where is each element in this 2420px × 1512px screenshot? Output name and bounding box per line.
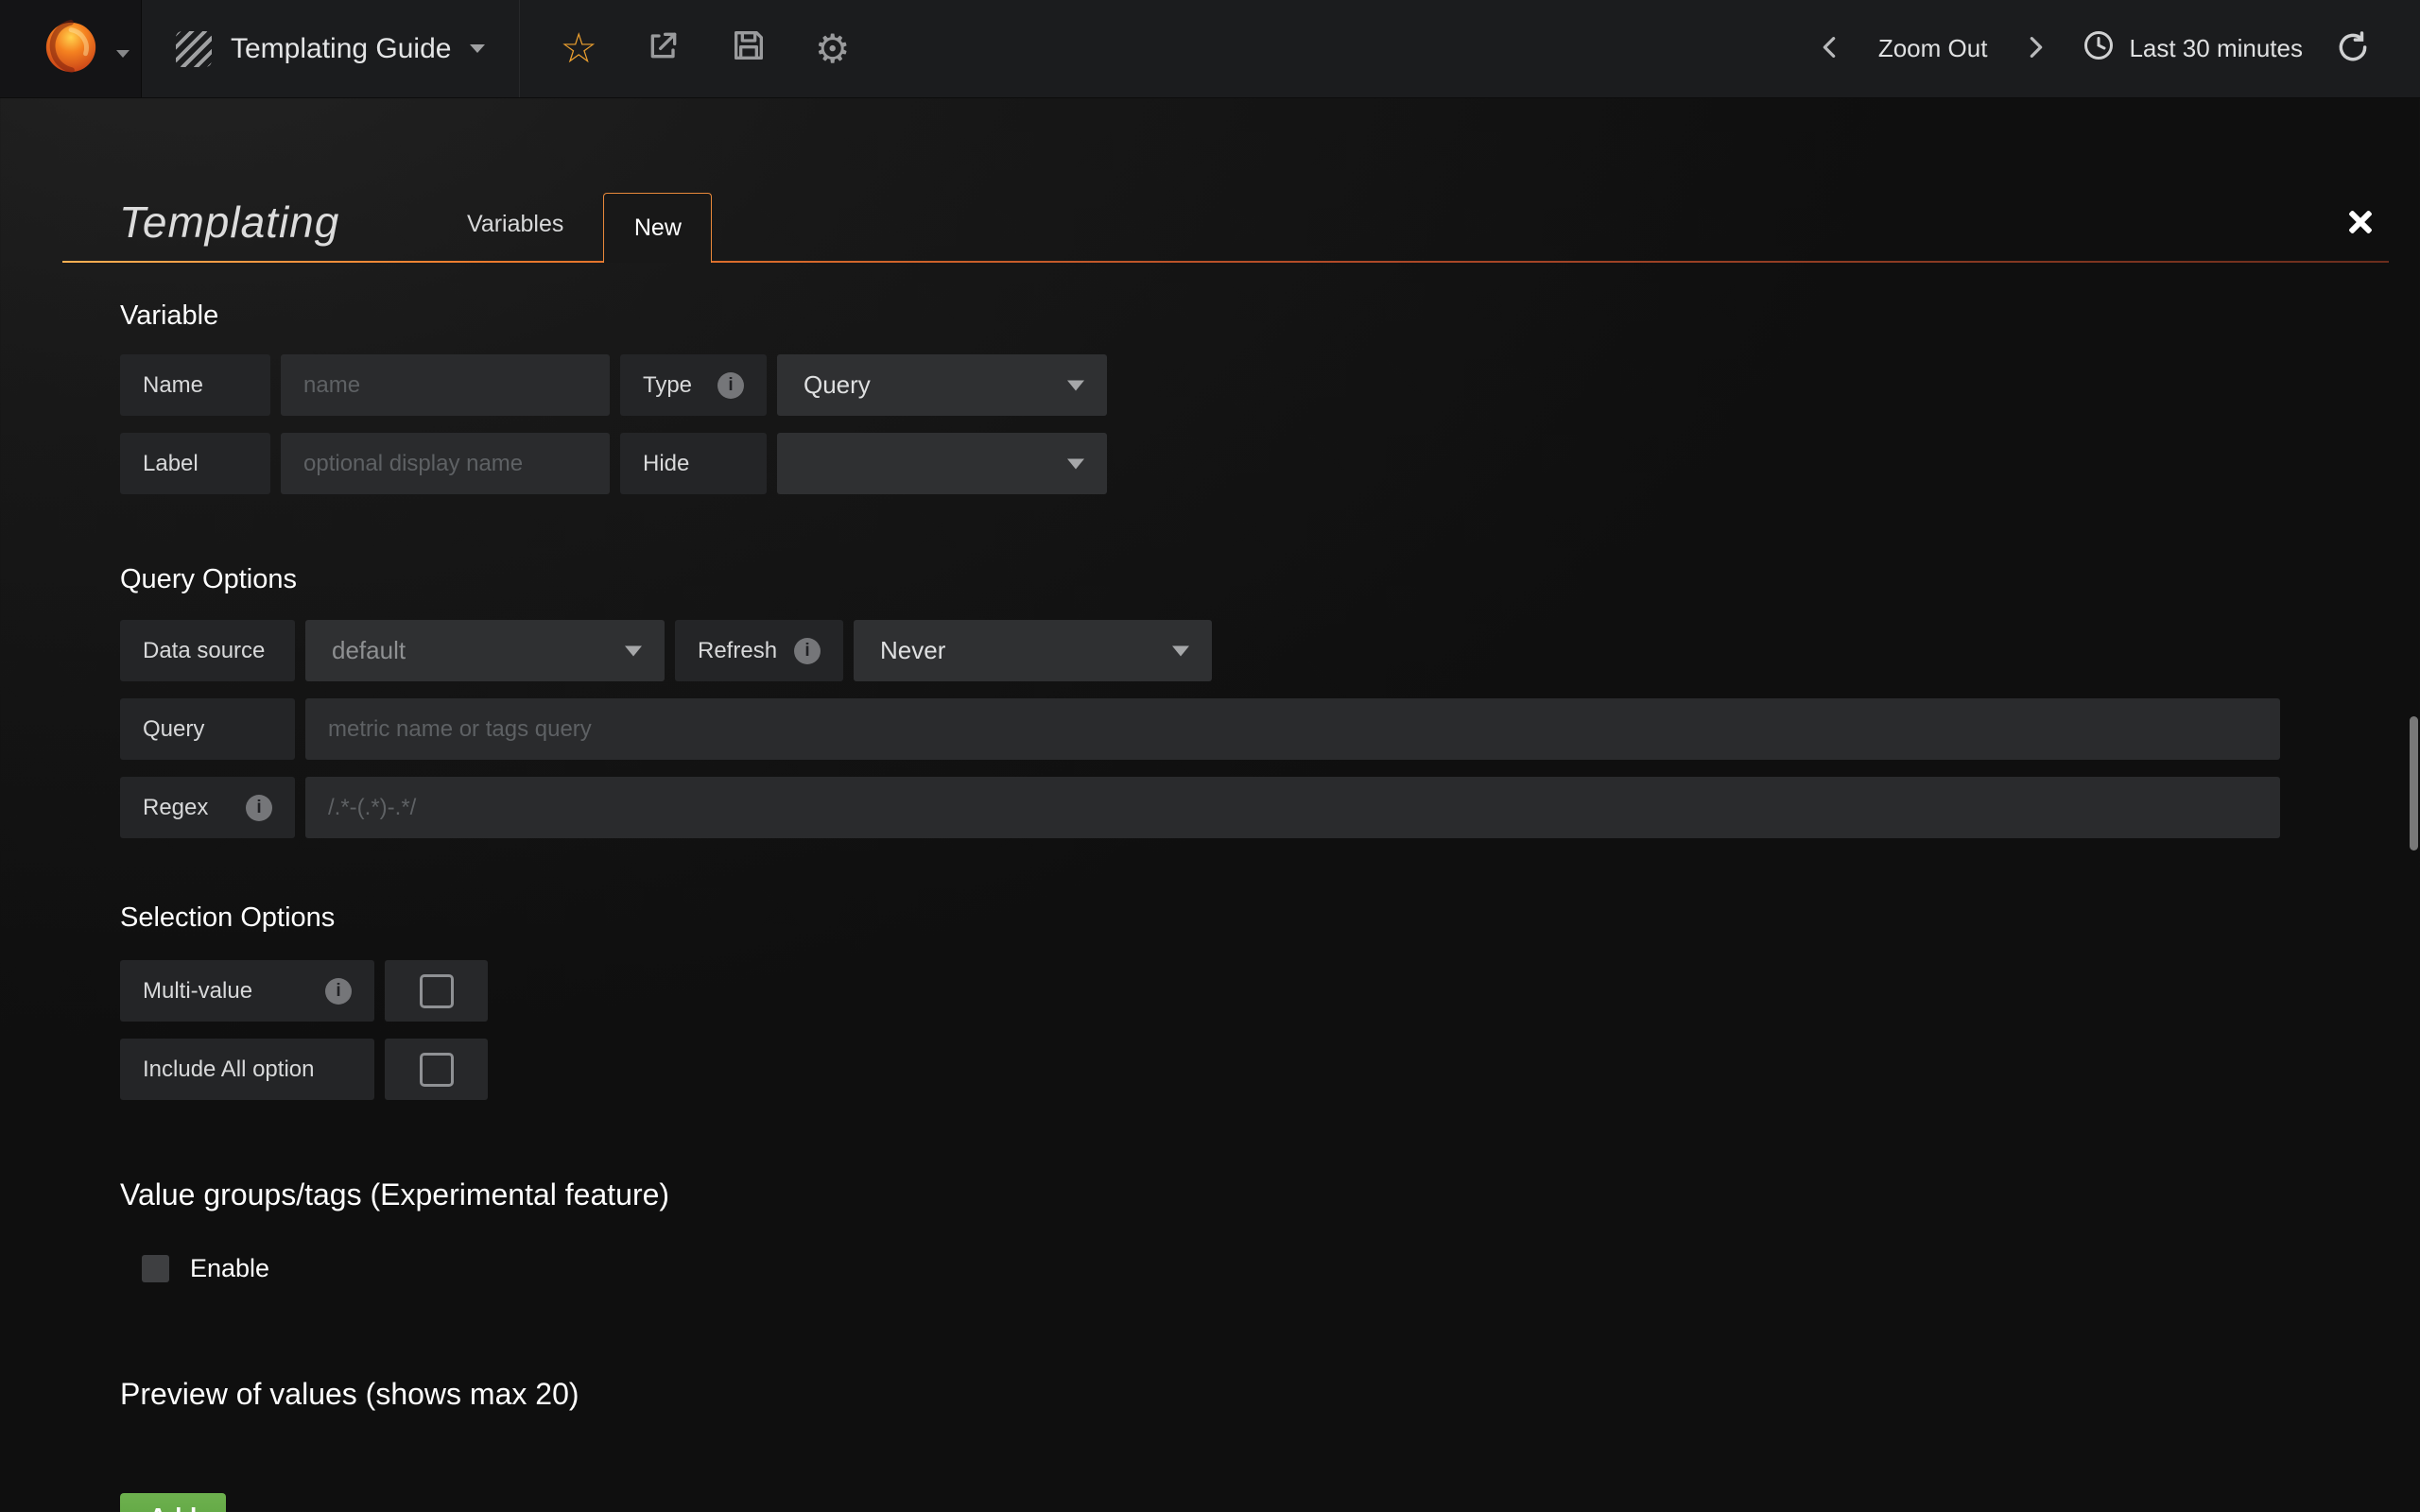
settings-button[interactable]: ⚙ — [815, 29, 851, 69]
dashboard-icon — [176, 31, 212, 67]
name-label: Name — [120, 354, 270, 416]
include-all-label: Include All option — [120, 1039, 374, 1100]
data-source-select[interactable]: default — [305, 620, 665, 681]
enable-row: Enable — [142, 1246, 2420, 1290]
label-label: Label — [120, 433, 270, 494]
variable-label-row: Label Hide — [120, 433, 2377, 494]
variable-name-row: Name Type Query — [120, 354, 2377, 416]
query-row: Query — [120, 698, 2377, 760]
info-icon[interactable] — [325, 978, 352, 1005]
navbar-time-controls: Zoom Out Last 30 minutes — [1816, 0, 2420, 97]
regex-label: Regex — [120, 777, 295, 838]
checkbox-icon — [420, 1053, 454, 1087]
time-shift-back-button[interactable] — [1816, 30, 1846, 67]
type-label: Type — [620, 354, 767, 416]
name-input[interactable] — [281, 354, 610, 416]
grafana-logo-icon — [42, 17, 100, 80]
dashboard-title: Templating Guide — [231, 33, 451, 65]
info-icon[interactable] — [794, 638, 821, 664]
tab-bar: Variables New — [427, 193, 712, 263]
regex-row: Regex — [120, 777, 2377, 838]
add-button[interactable]: Add — [120, 1493, 226, 1512]
chevron-left-icon — [1816, 30, 1846, 67]
time-range-picker[interactable]: Last 30 minutes — [2082, 28, 2303, 69]
zoom-out-button[interactable]: Zoom Out — [1878, 34, 1988, 63]
caret-down-icon — [1172, 645, 1189, 656]
templating-editor: Templating Variables New Variable Name T… — [0, 155, 2420, 1512]
query-input[interactable] — [305, 698, 2280, 760]
refresh-label: Refresh — [675, 620, 843, 681]
grafana-menu-button[interactable] — [0, 0, 142, 97]
templating-header: Templating Variables New — [95, 155, 2377, 263]
type-select[interactable]: Query — [777, 354, 1107, 416]
save-icon — [730, 26, 768, 71]
caret-down-icon — [470, 44, 485, 53]
time-shift-forward-button[interactable] — [2019, 30, 2049, 67]
info-icon[interactable] — [246, 795, 272, 821]
multi-value-row: Multi-value — [120, 960, 2377, 1022]
navbar-actions: ☆ ⚙ — [520, 0, 869, 97]
page-title: Templating — [119, 197, 339, 248]
chevron-right-icon — [2019, 30, 2049, 67]
include-all-row: Include All option — [120, 1039, 2377, 1100]
multi-value-checkbox[interactable] — [385, 960, 488, 1022]
multi-value-label: Multi-value — [120, 960, 374, 1022]
checkbox-icon — [420, 974, 454, 1008]
enable-label: Enable — [190, 1254, 269, 1283]
refresh-icon — [2335, 29, 2371, 68]
value-groups-heading: Value groups/tags (Experimental feature) — [120, 1177, 2420, 1212]
label-input[interactable] — [281, 433, 610, 494]
refresh-select[interactable]: Never — [854, 620, 1212, 681]
info-icon[interactable] — [717, 372, 744, 399]
tab-underline — [62, 261, 2389, 263]
hide-label: Hide — [620, 433, 767, 494]
save-button[interactable] — [730, 26, 768, 71]
tab-new[interactable]: New — [603, 193, 712, 263]
scrollbar-thumb[interactable] — [2410, 716, 2418, 850]
enable-checkbox[interactable] — [142, 1255, 169, 1282]
navbar: Templating Guide ☆ ⚙ Zoom Out — [0, 0, 2420, 98]
preview-heading: Preview of values (shows max 20) — [120, 1377, 2420, 1412]
refresh-button[interactable] — [2335, 29, 2371, 68]
tab-variables[interactable]: Variables — [427, 211, 603, 263]
datasource-row: Data source default Refresh Never — [120, 620, 2377, 681]
regex-input[interactable] — [305, 777, 2280, 838]
caret-down-icon — [1067, 380, 1084, 390]
data-source-label: Data source — [120, 620, 295, 681]
time-range-label: Last 30 minutes — [2129, 34, 2303, 63]
hide-select[interactable] — [777, 433, 1107, 494]
share-icon — [645, 26, 683, 71]
query-label: Query — [120, 698, 295, 760]
query-options-heading: Query Options — [120, 564, 2420, 595]
share-button[interactable] — [645, 26, 683, 71]
dashboard-title-button[interactable]: Templating Guide — [142, 0, 520, 97]
selection-options-heading: Selection Options — [120, 902, 2420, 934]
variable-section-heading: Variable — [120, 301, 2420, 332]
clock-icon — [2082, 28, 2116, 69]
include-all-checkbox[interactable] — [385, 1039, 488, 1100]
caret-down-icon — [116, 50, 130, 58]
caret-down-icon — [625, 645, 642, 656]
caret-down-icon — [1067, 458, 1084, 469]
close-icon[interactable] — [2345, 208, 2374, 236]
star-button[interactable]: ☆ — [560, 28, 596, 70]
